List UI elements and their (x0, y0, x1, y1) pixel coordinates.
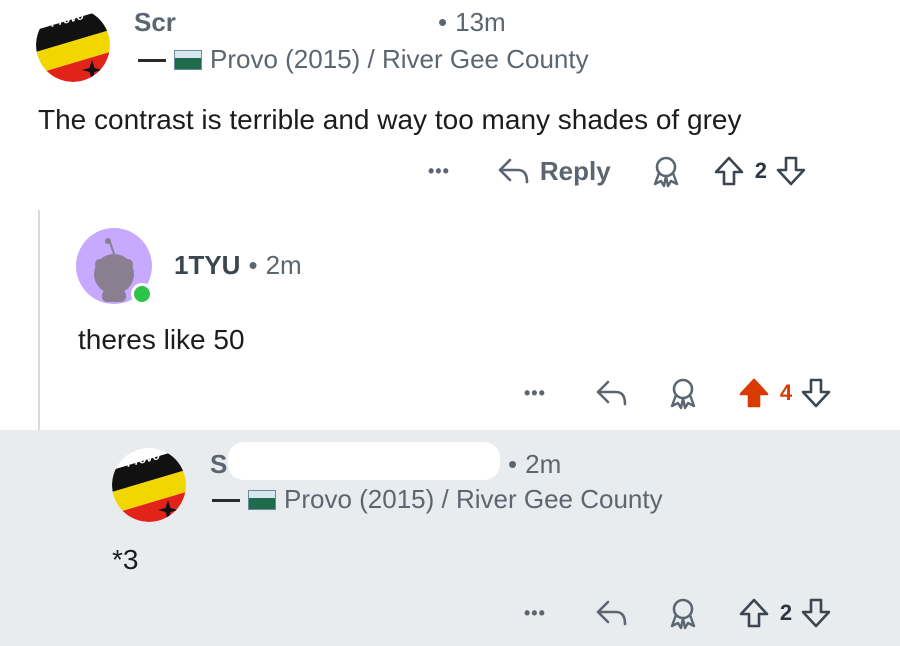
downvote-arrow-icon (800, 377, 832, 409)
more-icon: ••• (428, 160, 450, 181)
online-status-indicator (131, 283, 153, 305)
river-gee-flag-icon (248, 489, 276, 510)
reply-button[interactable]: Reply (496, 156, 611, 187)
more-icon: ••• (524, 382, 546, 403)
more-options-button[interactable]: ••• (524, 383, 546, 404)
river-gee-flag-icon (174, 49, 202, 70)
provo-mini-flag-icon (212, 495, 240, 505)
timestamp: 2m (525, 449, 562, 479)
redaction (176, 8, 426, 42)
comment-body: The contrast is terrible and way too man… (38, 104, 742, 135)
award-icon (666, 596, 700, 630)
upvote-button[interactable]: 2 (738, 597, 792, 629)
flair-text: Provo (2015) / River Gee County (284, 484, 663, 514)
user-flair: Provo (2015) / River Gee County (212, 484, 663, 515)
vote-count: 2 (754, 158, 767, 183)
comment-actions: ••• 2 (524, 596, 832, 630)
avatar[interactable]: Provo (112, 448, 186, 522)
award-button[interactable] (666, 376, 700, 410)
more-options-button[interactable]: ••• (524, 603, 546, 624)
comment-actions: ••• 4 (524, 376, 832, 410)
comment-body: *3 (112, 544, 139, 575)
award-icon (666, 376, 700, 410)
username[interactable]: 1TYU (174, 250, 240, 280)
comment-body: theres like 50 (78, 324, 245, 355)
award-icon (649, 154, 683, 188)
downvote-button[interactable] (800, 597, 832, 629)
downvote-arrow-icon (800, 597, 832, 629)
reply-arrow-icon (594, 378, 628, 408)
comment-header: Scr (134, 6, 176, 38)
vote-count: 4 (779, 380, 793, 405)
more-options-button[interactable]: ••• (428, 161, 450, 182)
upvote-button[interactable]: 2 (713, 155, 767, 187)
upvoted-arrow-icon (738, 377, 770, 409)
provo-mini-flag-icon (138, 55, 166, 65)
downvote-button[interactable] (800, 377, 832, 409)
user-flair: Provo (2015) / River Gee County (138, 44, 589, 75)
comment-header: 1TYU • 2m (174, 250, 302, 280)
timestamp: 2m (265, 250, 302, 280)
award-button[interactable] (666, 596, 700, 630)
avatar[interactable]: Provo (36, 8, 110, 82)
more-icon: ••• (524, 602, 546, 623)
comment-actions: ••• Reply 2 (428, 154, 807, 188)
reply-arrow-icon (594, 598, 628, 628)
reply-label: Reply (539, 155, 611, 186)
username[interactable]: Scr (134, 7, 176, 37)
downvote-arrow-icon (775, 155, 807, 187)
username[interactable]: S (210, 449, 227, 479)
award-button[interactable] (649, 154, 683, 188)
reply-arrow-icon (496, 156, 530, 186)
comment-header: S (210, 448, 227, 480)
flair-text: Provo (2015) / River Gee County (210, 44, 589, 74)
timestamp: 13m (455, 7, 506, 37)
upvote-button[interactable]: 4 (738, 377, 792, 409)
comment-time: • 2m (508, 449, 562, 479)
downvote-button[interactable] (775, 155, 807, 187)
reply-button[interactable] (594, 378, 628, 408)
upvote-arrow-icon (738, 597, 770, 629)
vote-count: 2 (779, 600, 793, 625)
upvote-arrow-icon (713, 155, 745, 187)
redaction (228, 442, 500, 480)
reply-button[interactable] (594, 598, 628, 628)
comment-time: • 13m (438, 7, 506, 37)
